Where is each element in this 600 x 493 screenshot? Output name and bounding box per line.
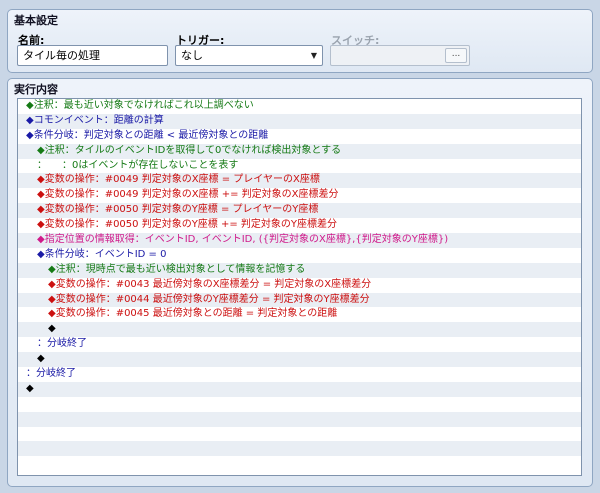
execution-content-title: 実行内容 — [14, 83, 58, 96]
command-text: ◆コモンイベント：距離の計算 — [26, 114, 164, 126]
trigger-select[interactable]: なし ▼ — [175, 45, 323, 66]
command-row[interactable]: ◆注釈：最も近い対象でなければこれ以上調べない — [18, 99, 581, 114]
command-row[interactable]: ：分岐終了 — [18, 367, 581, 382]
switch-browse-button[interactable]: ... — [445, 48, 467, 63]
command-text: ◆変数の操作：#0049 判定対象のX座標 += 判定対象のX座標差分 — [37, 189, 339, 201]
command-row[interactable]: ◆ — [18, 381, 581, 397]
command-text: ◆ — [37, 353, 45, 365]
command-row[interactable]: ◆指定位置の情報取得：イベントID, イベントID, ({判定対象のX座標},{… — [18, 233, 581, 248]
command-row[interactable]: ◆変数の操作：#0045 最近傍対象との距離 = 判定対象との距離 — [18, 307, 581, 323]
command-row[interactable]: ◆変数の操作：#0049 判定対象のX座標 = プレイヤーのX座標 — [18, 173, 581, 189]
command-text: ◆変数の操作：#0043 最近傍対象のX座標差分 = 判定対象のX座標差分 — [48, 278, 372, 290]
basic-settings-title: 基本設定 — [14, 14, 58, 27]
command-text: ◆注釈：タイルのイベントIDを取得して0でなければ検出対象とする — [37, 144, 342, 156]
command-text: ：分岐終了 — [37, 338, 87, 350]
command-row[interactable]: ◆変数の操作：#0049 判定対象のX座標 += 判定対象のX座標差分 — [18, 188, 581, 204]
command-row[interactable]: ◆変数の操作：#0043 最近傍対象のX座標差分 = 判定対象のX座標差分 — [18, 277, 581, 293]
command-row[interactable] — [18, 411, 581, 427]
command-text: ◆ — [26, 382, 34, 394]
command-row[interactable] — [18, 396, 581, 412]
command-text: ◆変数の操作：#0050 判定対象のY座標 = プレイヤーのY座標 — [37, 204, 319, 216]
command-row[interactable]: ◆注釈：現時点で最も近い検出対象として情報を記憶する — [18, 262, 581, 278]
command-row[interactable]: ◆変数の操作：#0050 判定対象のY座標 += 判定対象のY座標差分 — [18, 218, 581, 234]
name-input[interactable]: タイル毎の処理 — [17, 45, 168, 66]
trigger-value: なし — [181, 49, 203, 62]
command-text: ◆変数の操作：#0044 最近傍対象のY座標差分 = 判定対象のY座標差分 — [48, 293, 370, 305]
command-list[interactable]: ◆注釈：最も近い対象でなければこれ以上調べない ◆コモンイベント：距離の計算 ◆条件… — [17, 98, 582, 476]
command-text: ◆変数の操作：#0045 最近傍対象との距離 = 判定対象との距離 — [48, 308, 338, 320]
switch-field: ... — [330, 45, 470, 66]
command-row[interactable]: ◆条件分岐：判定対象との距離 < 最近傍対象との距離 — [18, 128, 581, 144]
chevron-down-icon: ▼ — [310, 51, 317, 60]
command-row[interactable] — [18, 456, 581, 472]
command-text: ◆条件分岐：判定対象との距離 < 最近傍対象との距離 — [26, 129, 269, 141]
command-text: ： ：0はイベントが存在しないことを表す — [37, 159, 239, 171]
command-row[interactable]: ◆変数の操作：#0044 最近傍対象のY座標差分 = 判定対象のY座標差分 — [18, 292, 581, 308]
command-row[interactable]: ◆変数の操作：#0050 判定対象のY座標 = プレイヤーのY座標 — [18, 203, 581, 219]
command-row[interactable]: ： ：0はイベントが存在しないことを表す — [18, 158, 581, 174]
command-text: ◆ — [48, 323, 56, 335]
command-row[interactable] — [18, 426, 581, 442]
command-row[interactable]: ◆注釈：タイルのイベントIDを取得して0でなければ検出対象とする — [18, 143, 581, 159]
command-text: ◆注釈：最も近い対象でなければこれ以上調べない — [26, 100, 254, 111]
command-row[interactable] — [18, 441, 581, 457]
command-text: ◆指定位置の情報取得：イベントID, イベントID, ({判定対象のX座標},{… — [37, 234, 449, 246]
command-row[interactable]: ◆条件分岐：イベントID = 0 — [18, 247, 581, 263]
command-row[interactable]: ：分岐終了 — [18, 337, 581, 353]
execution-content-group: 実行内容 ◆注釈：最も近い対象でなければこれ以上調べない ◆コモンイベント：距離の… — [7, 78, 593, 487]
command-text: ◆条件分岐：イベントID = 0 — [37, 248, 167, 260]
command-text: ◆変数の操作：#0049 判定対象のX座標 = プレイヤーのX座標 — [37, 174, 320, 186]
command-text: ◆注釈：現時点で最も近い検出対象として情報を記憶する — [48, 263, 306, 275]
command-row[interactable]: ◆コモンイベント：距離の計算 — [18, 113, 581, 129]
command-row[interactable]: ◆ — [18, 322, 581, 338]
command-text: ：分岐終了 — [26, 368, 76, 380]
basic-settings-group: 基本設定 名前: タイル毎の処理 トリガー: なし ▼ スイッチ: ... — [7, 9, 593, 73]
command-row[interactable]: ◆ — [18, 352, 581, 368]
command-text: ◆変数の操作：#0050 判定対象のY座標 += 判定対象のY座標差分 — [37, 219, 338, 231]
